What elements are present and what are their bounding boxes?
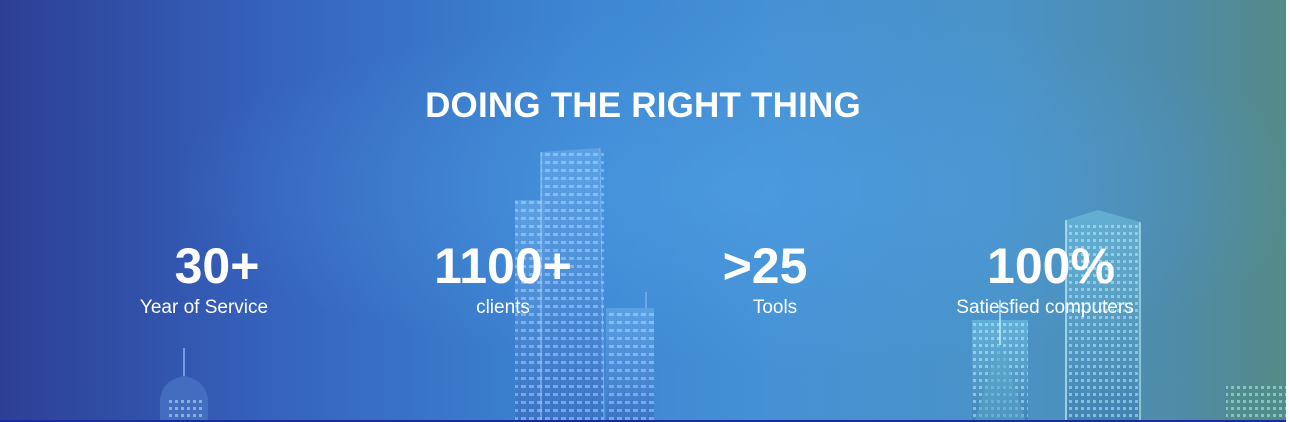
stat-label: clients: [476, 297, 530, 318]
stat-label: Satiesfied computers: [956, 297, 1134, 318]
stats-hero-section: DOING THE RIGHT THING 30+ Year of Servic…: [0, 0, 1286, 420]
stat-tools: >25 Tools: [675, 240, 875, 320]
stat-label: Tools: [752, 297, 798, 318]
stat-label: Year of Service: [139, 297, 269, 318]
stat-years-of-service: 30+ Year of Service: [104, 240, 304, 320]
stat-value: 1100+: [434, 238, 572, 294]
stat-value: >25: [722, 238, 808, 294]
page-edge: [1286, 0, 1290, 422]
stat-clients: 1100+ clients: [403, 240, 603, 320]
stat-satisfied-computers: 100% Satiesfied computers: [925, 240, 1165, 320]
city-skyline-background: [160, 147, 1286, 420]
stat-value: 100%: [987, 238, 1115, 294]
section-title: DOING THE RIGHT THING: [425, 86, 861, 125]
stat-value: 30+: [174, 238, 260, 294]
